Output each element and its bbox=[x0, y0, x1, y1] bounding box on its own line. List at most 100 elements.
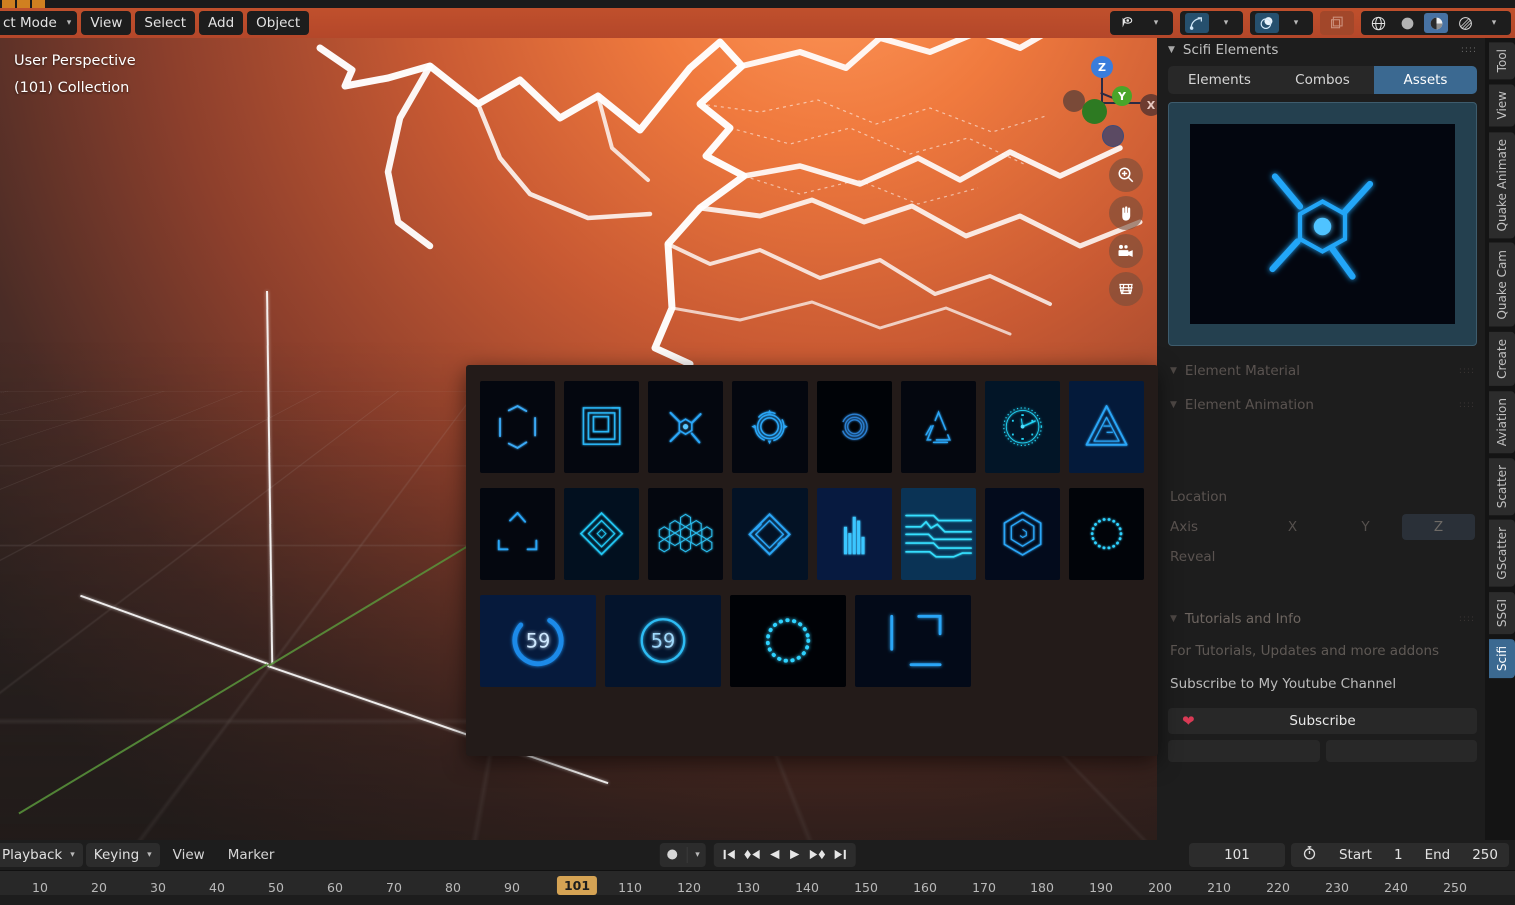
chevron-down-icon[interactable]: ▼ bbox=[1170, 614, 1177, 624]
asset-dotted-circle[interactable] bbox=[730, 595, 846, 687]
menu-select[interactable]: Select bbox=[135, 11, 195, 35]
menu-object[interactable]: Object bbox=[247, 11, 309, 35]
asset-countdown-circle-59[interactable]: 59 bbox=[605, 595, 721, 687]
chevron-down-icon[interactable]: ▼ bbox=[1170, 366, 1177, 376]
gizmo-axis-neg-y[interactable] bbox=[1082, 99, 1107, 124]
asset-corner-frame-bracket[interactable] bbox=[855, 595, 971, 687]
chevron-down-icon[interactable]: ▾ bbox=[1482, 13, 1506, 33]
chevron-down-icon[interactable]: ▾ bbox=[1214, 13, 1238, 33]
sidebar-tab-quake-cam[interactable]: Quake Cam bbox=[1489, 243, 1515, 327]
visibility-eye-icon[interactable] bbox=[1115, 13, 1139, 33]
toggle-perspective-icon[interactable] bbox=[1109, 272, 1143, 306]
jump-to-prev-keyframe-icon[interactable] bbox=[744, 846, 761, 865]
auto-keying-toggle[interactable]: ▾ bbox=[659, 843, 706, 867]
gizmo-axis-y[interactable]: Y bbox=[1112, 86, 1132, 106]
asset-circuit-lines[interactable] bbox=[901, 488, 976, 580]
sidebar-tab-scatter[interactable]: Scatter bbox=[1489, 458, 1515, 515]
row-reveal[interactable]: Reveal bbox=[1160, 542, 1485, 572]
asset-hexagon-spiral[interactable] bbox=[985, 488, 1060, 580]
asset-angle-brackets[interactable] bbox=[480, 488, 555, 580]
frame-range-field[interactable]: Start 1 End 250 bbox=[1291, 843, 1509, 867]
workspace-tab[interactable] bbox=[32, 0, 45, 8]
dim-row-placeholder-c[interactable] bbox=[1160, 572, 1485, 602]
snap-dropdown[interactable]: ▾ bbox=[1180, 11, 1243, 35]
axis-option-x[interactable]: X bbox=[1256, 514, 1329, 540]
asset-nested-diamond[interactable] bbox=[564, 488, 639, 580]
pan-hand-icon[interactable] bbox=[1109, 196, 1143, 230]
sidebar-tab-strip[interactable]: Tool View Quake Animate Quake Cam Create… bbox=[1485, 38, 1515, 840]
asset-dashed-triangle[interactable] bbox=[901, 381, 976, 473]
material-preview-shading-icon[interactable] bbox=[1424, 13, 1448, 33]
dim-row-placeholder-a[interactable] bbox=[1160, 422, 1485, 452]
asset-nested-triangle[interactable] bbox=[1069, 381, 1144, 473]
link-button-right[interactable] bbox=[1326, 740, 1478, 762]
sidebar-tab-scifi[interactable]: Scifi bbox=[1489, 639, 1515, 678]
xray-toggle[interactable] bbox=[1320, 11, 1354, 35]
subscribe-button[interactable]: ❤ Subscribe bbox=[1168, 708, 1477, 734]
gizmo-axis-x[interactable]: X bbox=[1140, 94, 1157, 116]
sidebar-tab-tool[interactable]: Tool bbox=[1489, 42, 1515, 79]
play-icon[interactable] bbox=[789, 846, 801, 865]
axis-option-z[interactable]: Z bbox=[1402, 514, 1475, 540]
section-drag-handle-icon[interactable]: :::: bbox=[1459, 369, 1475, 374]
tab-combos[interactable]: Combos bbox=[1271, 66, 1374, 94]
sidebar-tab-ssgi[interactable]: SSGI bbox=[1489, 592, 1515, 634]
stopwatch-icon[interactable] bbox=[1291, 845, 1328, 865]
rendered-shading-icon[interactable] bbox=[1453, 13, 1477, 33]
gizmo-axis-neg-z[interactable] bbox=[1102, 125, 1124, 147]
link-button-left[interactable] bbox=[1168, 740, 1320, 762]
chevron-down-icon[interactable]: ▾ bbox=[695, 850, 700, 860]
asset-double-ring[interactable] bbox=[817, 381, 892, 473]
jump-to-start-icon[interactable] bbox=[723, 846, 736, 865]
navigation-gizmo[interactable]: Z Y X bbox=[1061, 46, 1145, 130]
current-frame-field[interactable]: 101 bbox=[1189, 843, 1285, 867]
playhead-indicator[interactable]: 101 bbox=[557, 876, 597, 895]
solid-shading-icon[interactable] bbox=[1395, 13, 1419, 33]
asset-browser-popup[interactable]: 59 59 bbox=[466, 365, 1158, 756]
asset-cross-hexagon[interactable] bbox=[648, 381, 723, 473]
gizmo-axis-z[interactable]: Z bbox=[1091, 56, 1113, 78]
asset-countdown-ring-59[interactable]: 59 bbox=[480, 595, 596, 687]
section-tutorials-and-info[interactable]: ▼ Tutorials and Info :::: bbox=[1160, 602, 1485, 636]
asset-hex-corner-brackets[interactable] bbox=[480, 381, 555, 473]
chevron-down-icon[interactable]: ▾ bbox=[1284, 13, 1308, 33]
menu-playback[interactable]: Playback ▾ bbox=[0, 843, 83, 867]
asset-radar-clock-dial[interactable] bbox=[985, 381, 1060, 473]
section-drag-handle-icon[interactable]: :::: bbox=[1459, 617, 1475, 622]
link-button-row[interactable] bbox=[1168, 740, 1477, 762]
menu-keying[interactable]: Keying ▾ bbox=[86, 843, 160, 867]
asset-hex-honeycomb[interactable] bbox=[648, 488, 723, 580]
workspace-tab[interactable] bbox=[2, 0, 15, 8]
sidebar-tab-quake-animate[interactable]: Quake Animate bbox=[1489, 132, 1515, 238]
shading-mode-group[interactable]: ▾ bbox=[1361, 11, 1511, 35]
end-value[interactable]: 250 bbox=[1461, 847, 1509, 863]
chevron-down-icon[interactable]: ▼ bbox=[1170, 400, 1177, 410]
zoom-icon[interactable] bbox=[1109, 158, 1143, 192]
sidebar-tab-view[interactable]: View bbox=[1489, 84, 1515, 126]
asset-layered-diamond[interactable] bbox=[732, 488, 807, 580]
snap-magnet-icon[interactable] bbox=[1185, 13, 1209, 33]
asset-bar-equalizer[interactable] bbox=[817, 488, 892, 580]
row-axis[interactable]: Axis X Y Z bbox=[1160, 512, 1485, 542]
workspace-tab-strip[interactable] bbox=[0, 0, 1515, 8]
start-value[interactable]: 1 bbox=[1383, 847, 1414, 863]
section-element-animation[interactable]: ▼ Element Animation :::: bbox=[1160, 388, 1485, 422]
panel-header[interactable]: ▼ Scifi Elements :::: bbox=[1160, 38, 1485, 62]
playback-controls[interactable] bbox=[714, 843, 856, 867]
section-element-material[interactable]: ▼ Element Material :::: bbox=[1160, 354, 1485, 388]
asset-dotted-ring[interactable] bbox=[1069, 488, 1144, 580]
panel-tab-row[interactable]: Elements Combos Assets bbox=[1168, 66, 1477, 94]
menu-timeline-view[interactable]: View bbox=[163, 847, 215, 863]
mode-selector[interactable]: ct Mode ▾ bbox=[0, 11, 77, 35]
proportional-edit-dropdown[interactable]: ▾ bbox=[1250, 11, 1313, 35]
tab-assets[interactable]: Assets bbox=[1374, 66, 1477, 94]
asset-preview-box[interactable] bbox=[1168, 102, 1477, 346]
sidebar-tab-gscatter[interactable]: GScatter bbox=[1489, 520, 1515, 587]
section-drag-handle-icon[interactable]: :::: bbox=[1459, 403, 1475, 408]
chevron-down-icon[interactable]: ▼ bbox=[1168, 45, 1175, 55]
menu-view[interactable]: View bbox=[81, 11, 131, 35]
asset-targeting-reticle[interactable] bbox=[732, 381, 807, 473]
panel-drag-handle-icon[interactable]: :::: bbox=[1461, 48, 1477, 53]
tab-elements[interactable]: Elements bbox=[1168, 66, 1271, 94]
sidebar-tab-aviation[interactable]: Aviation bbox=[1489, 391, 1515, 453]
